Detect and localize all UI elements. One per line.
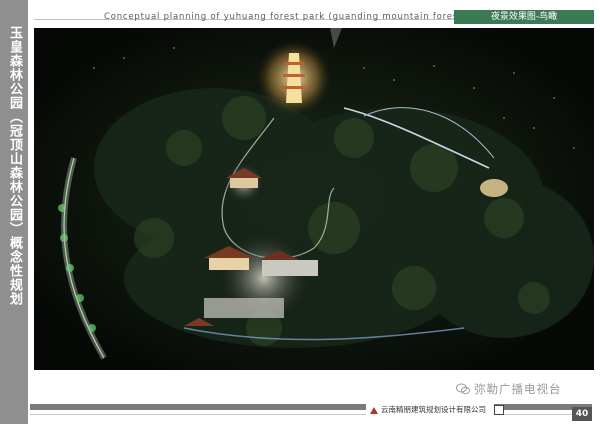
english-subtitle: Conceptual planning of yuhuang forest pa… bbox=[104, 12, 493, 22]
wechat-watermark: 弥勒广播电视台 bbox=[456, 381, 562, 397]
vertical-title: 玉皇森林公园（冠顶山森林公园）概念性规划 bbox=[7, 26, 22, 306]
page-number: 40 bbox=[572, 407, 592, 421]
company-label: 云南精朋建筑规划设计有限公司 bbox=[366, 404, 494, 416]
company-logo-icon bbox=[370, 406, 378, 414]
watermark-text: 弥勒广播电视台 bbox=[474, 382, 562, 396]
sidebar-strip: 玉皇森林公园（冠顶山森林公园）概念性规划 bbox=[0, 0, 28, 424]
section-tab: 夜景效果图-鸟瞰 bbox=[454, 10, 594, 24]
footer-bar bbox=[30, 404, 592, 410]
footer-line bbox=[30, 414, 592, 415]
wechat-icon bbox=[456, 383, 470, 395]
square-logo-icon bbox=[494, 405, 504, 415]
company-name: 云南精朋建筑规划设计有限公司 bbox=[381, 405, 486, 414]
night-aerial-rendering bbox=[34, 28, 594, 370]
rendering-illustration bbox=[34, 28, 594, 370]
